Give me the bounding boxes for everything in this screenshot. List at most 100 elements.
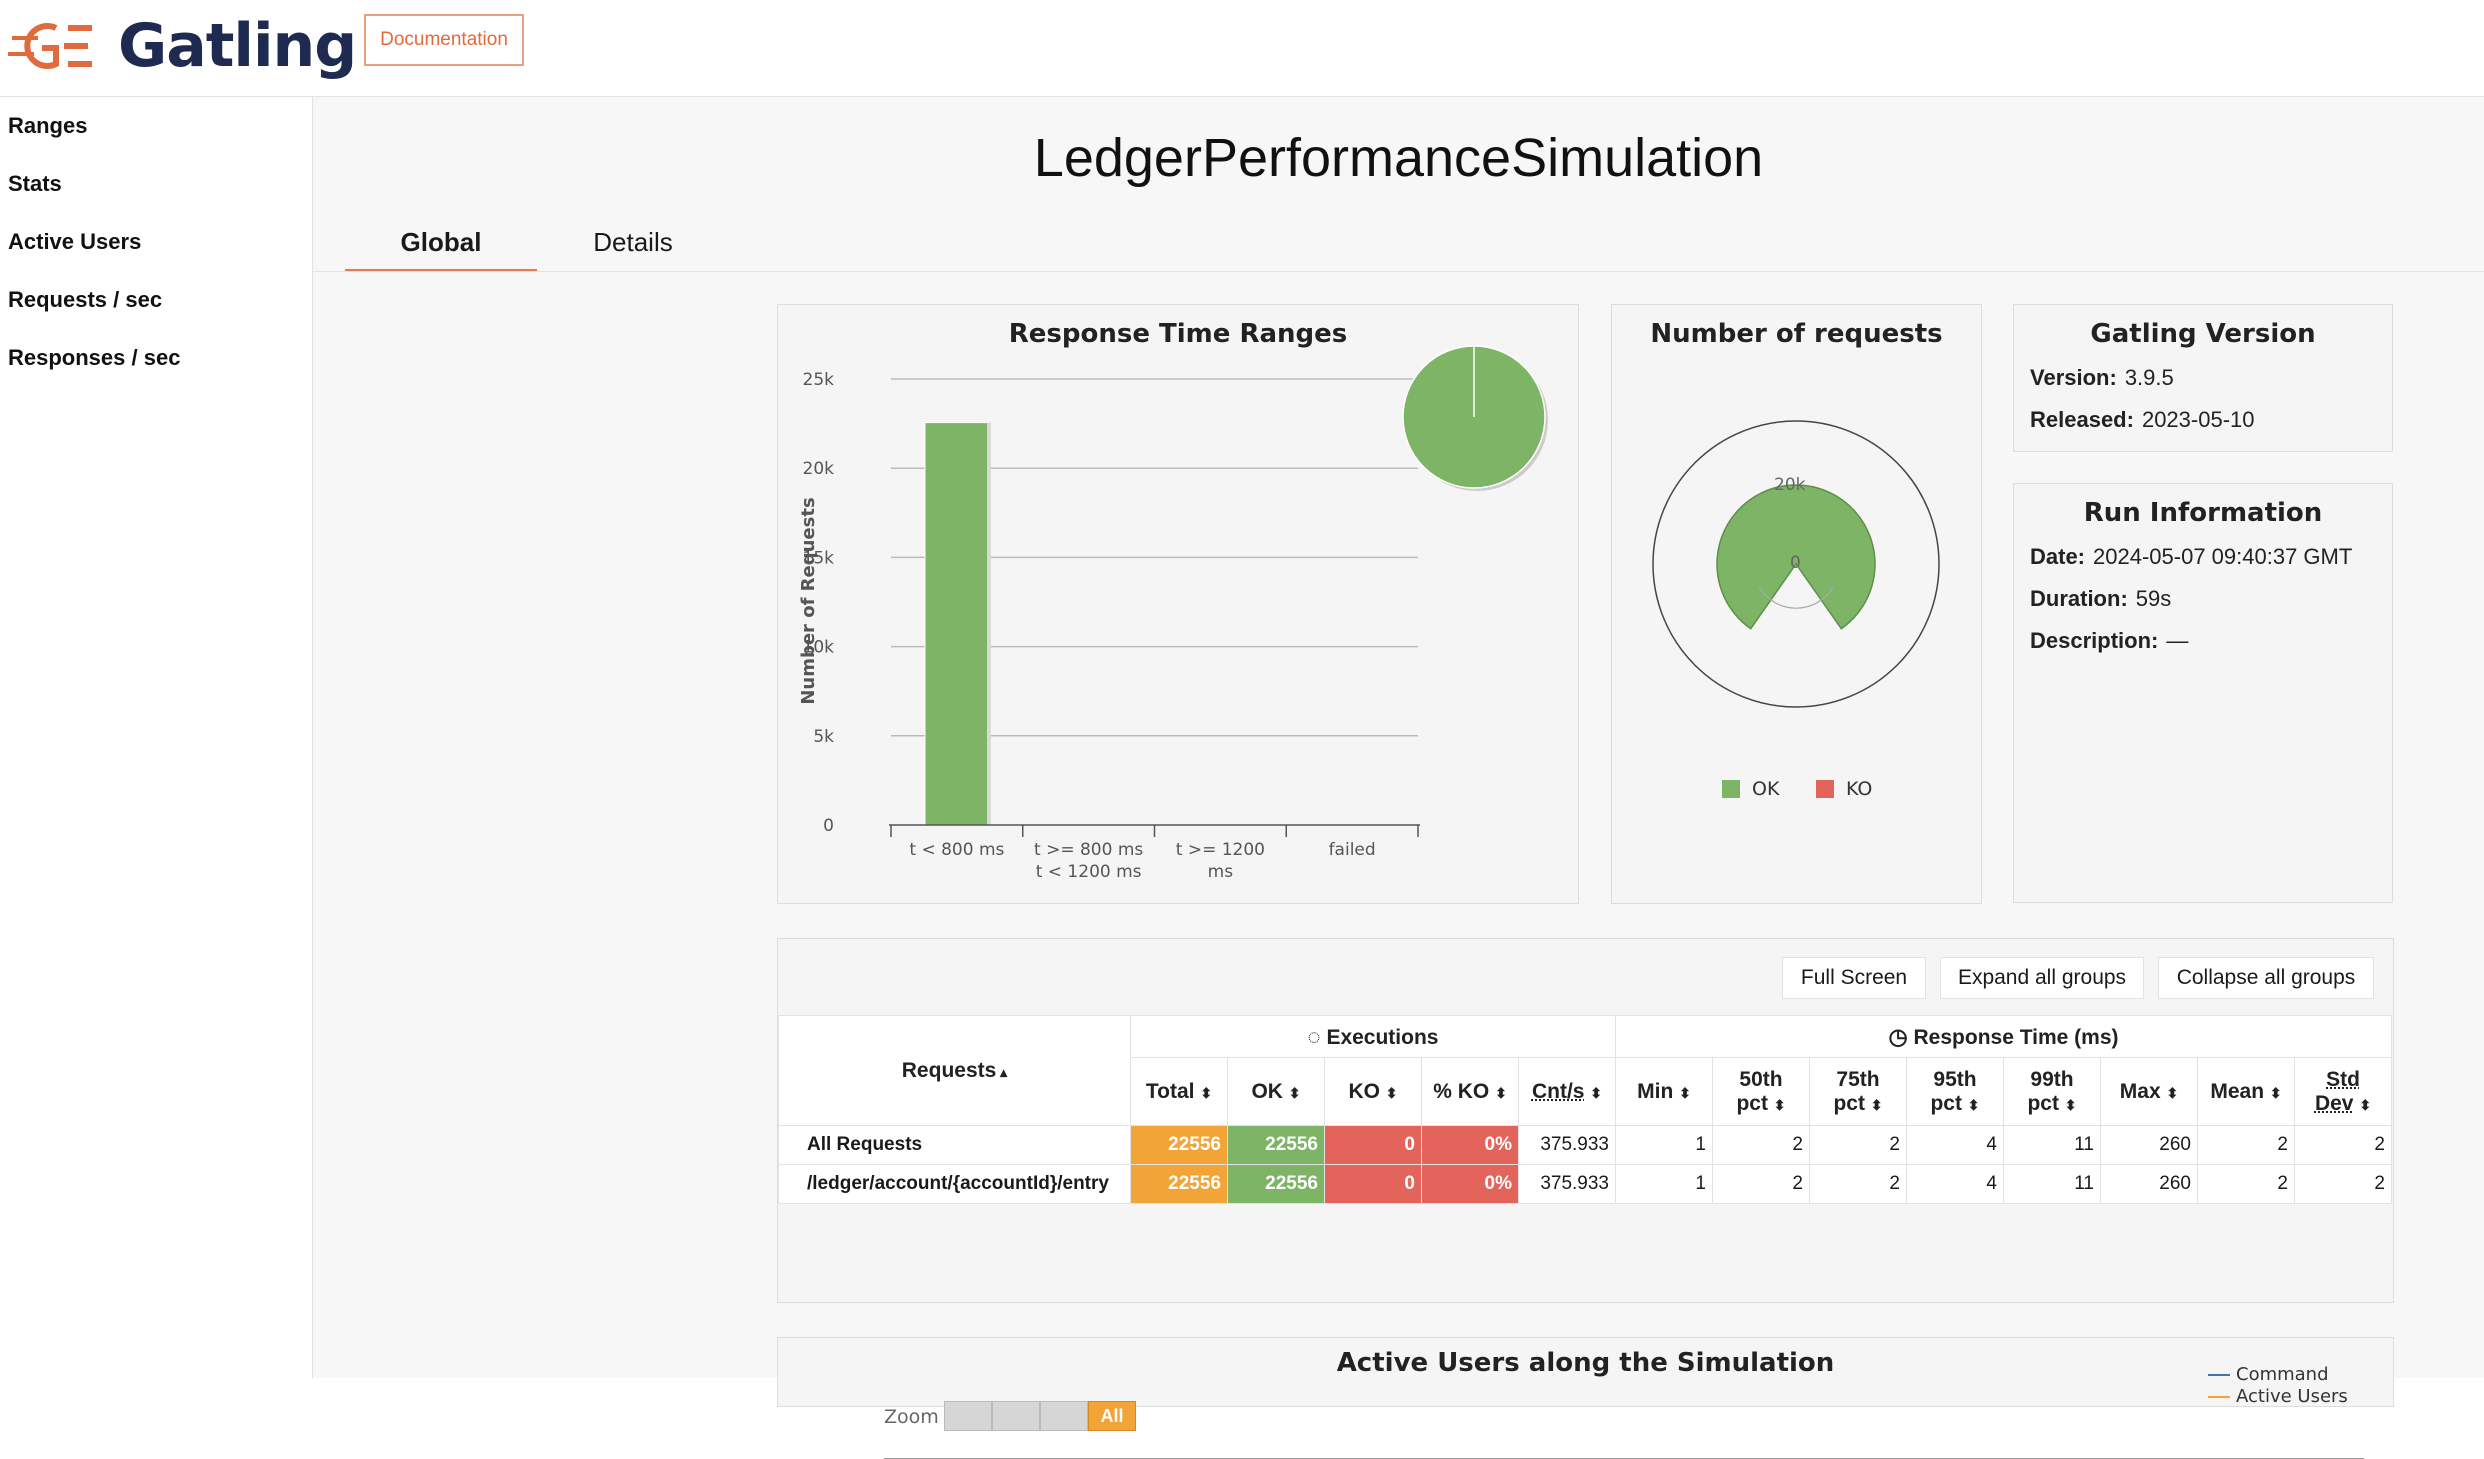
zoom-button[interactable] [1040, 1401, 1088, 1431]
bar[interactable] [924, 422, 990, 826]
cell-95th-pct: 4 [1906, 1125, 2004, 1165]
cell-min: 1 [1615, 1125, 1713, 1165]
executions-group-header: ◌ Executions [1130, 1015, 1616, 1058]
cell-max: 260 [2100, 1125, 2198, 1165]
run-information-title: Run Information [2083, 498, 2323, 528]
column-header-max[interactable]: Max ⬍ [2100, 1057, 2198, 1126]
legend-command-label: Command [2236, 1364, 2329, 1385]
run-description-value: — [2166, 628, 2189, 653]
gatling-logo-icon [8, 23, 92, 69]
column-header-min[interactable]: Min ⬍ [1615, 1057, 1713, 1126]
cell-total: 22556 [1130, 1125, 1228, 1165]
active-users-legend: Command Active Users [2208, 1364, 2348, 1408]
column-header-cnt-per-sec[interactable]: Cnt/s ⬍ [1518, 1057, 1616, 1126]
legend-ok-swatch [1722, 780, 1740, 798]
sidebar-item-responses-per-sec[interactable]: Responses / sec [0, 329, 312, 387]
full-screen-button[interactable]: Full Screen [1782, 957, 1926, 999]
legend-ok-label[interactable]: OK [1752, 778, 1780, 800]
run-date-value: 2024-05-07 09:40:37 GMT [2093, 544, 2353, 569]
gauge-tick-20k: 20k [1774, 475, 1806, 495]
y-tick-label: 5k [813, 727, 834, 747]
column-header-ko[interactable]: KO ⬍ [1324, 1057, 1422, 1126]
legend-active-users-label: Active Users [2236, 1386, 2348, 1407]
cell-std-dev: 2 [2294, 1125, 2392, 1165]
table-row[interactable]: All Requests 22556 22556 0 0% 375.933 1 … [778, 1125, 2392, 1165]
brand-name: Gatling [118, 11, 357, 81]
number-of-requests-panel: Number of requests 20k 0 OK KO [1611, 304, 1982, 904]
cell-mean: 2 [2197, 1125, 2295, 1165]
column-header-total[interactable]: Total ⬍ [1130, 1057, 1228, 1126]
sidebar-item-stats[interactable]: Stats [0, 155, 312, 213]
table-row[interactable]: /ledger/account/{accountId}/entry 22556 … [778, 1164, 2392, 1204]
legend-command[interactable]: Command [2208, 1364, 2348, 1386]
collapse-all-groups-button[interactable]: Collapse all groups [2158, 957, 2374, 999]
request-name[interactable]: All Requests [778, 1125, 1131, 1165]
version-label: Version: [2030, 365, 2117, 390]
table-group-header-row: Requests ▴ ◌ Executions ◷ Response Time … [778, 1015, 2392, 1126]
sidebar-item-requests-per-sec[interactable]: Requests / sec [0, 271, 312, 329]
run-date-row: Date: 2024-05-07 09:40:37 GMT [2030, 544, 2352, 570]
column-header-95th-pct[interactable]: 95th pct ⬍ [1906, 1057, 2004, 1126]
x-tick-label: t >= 1200 [1176, 840, 1265, 860]
legend-ko-label[interactable]: KO [1846, 778, 1872, 800]
sort-icon: ⬍ [1967, 1096, 1980, 1113]
sort-icon: ⬍ [2359, 1096, 2372, 1113]
column-header-std-dev[interactable]: Std Dev ⬍ [2294, 1057, 2392, 1126]
column-header-50th-pct[interactable]: 50th pct ⬍ [1712, 1057, 1810, 1126]
y-tick-label: 20k [803, 459, 835, 479]
response-time-group-label: Response Time (ms) [1913, 1025, 2119, 1049]
cell-95th-pct: 4 [1906, 1164, 2004, 1204]
column-header-mean[interactable]: Mean ⬍ [2197, 1057, 2295, 1126]
tab-divider [313, 271, 2484, 272]
requests-column-header[interactable]: Requests ▴ [778, 1015, 1131, 1126]
run-duration-value: 59s [2135, 586, 2172, 611]
zoom-button[interactable] [992, 1401, 1040, 1431]
y-tick-label: 25k [803, 370, 835, 390]
sort-icon: ⬍ [1495, 1084, 1507, 1101]
run-information-panel: Run Information Date: 2024-05-07 09:40:37… [2013, 483, 2393, 903]
column-header-75th-pct[interactable]: 75th pct ⬍ [1809, 1057, 1907, 1126]
bar-shadow [987, 422, 991, 825]
zoom-button[interactable] [944, 1401, 992, 1431]
legend-active-users[interactable]: Active Users [2208, 1386, 2348, 1408]
column-header-ok[interactable]: OK ⬍ [1227, 1057, 1325, 1126]
legend-active-users-swatch [2208, 1396, 2230, 1398]
sort-icon: ⬍ [1870, 1096, 1883, 1113]
cell-ok: 22556 [1227, 1125, 1325, 1165]
sort-icon: ⬍ [2064, 1096, 2077, 1113]
request-name[interactable]: /ledger/account/{accountId}/entry [778, 1164, 1131, 1204]
documentation-button[interactable]: Documentation [364, 14, 524, 66]
requests-header-label: Requests [901, 1058, 997, 1082]
active-users-title: Active Users along the Simulation [1336, 1348, 1835, 1378]
sidebar-item-active-users[interactable]: Active Users [0, 213, 312, 271]
gatling-logo[interactable]: Gatling [8, 11, 357, 81]
expand-all-groups-button[interactable]: Expand all groups [1940, 957, 2144, 999]
cell-99th-pct: 11 [2003, 1125, 2101, 1165]
legend-command-swatch [2208, 1374, 2230, 1376]
zoom-controls: All [944, 1401, 1136, 1431]
released-row: Released: 2023-05-10 [2030, 407, 2255, 433]
column-header-percent-ko[interactable]: % KO ⬍ [1421, 1057, 1519, 1126]
cell-99th-pct: 11 [2003, 1164, 2101, 1204]
clock-icon: ◷ [1888, 1023, 1908, 1049]
column-header-99th-pct[interactable]: 99th pct ⬍ [2003, 1057, 2101, 1126]
y-tick-label: 0 [823, 816, 834, 836]
cell-75th-pct: 2 [1809, 1125, 1907, 1165]
sidebar-item-ranges[interactable]: Ranges [0, 97, 312, 155]
statistics-table: Requests ▴ ◌ Executions ◷ Response Time … [778, 1015, 2392, 1204]
tab-global[interactable]: Global [345, 227, 537, 272]
active-users-panel: Active Users along the Simulation Zoom A… [777, 1337, 2394, 1459]
x-tick-label: failed [1329, 840, 1376, 860]
zoom-all-button[interactable]: All [1088, 1401, 1136, 1431]
tab-details[interactable]: Details [537, 227, 729, 269]
sort-icon: ⬍ [1385, 1084, 1398, 1101]
released-value: 2023-05-10 [2141, 407, 2255, 432]
x-tick-label: t >= 800 ms [1034, 840, 1143, 860]
cell-ko: 0 [1324, 1125, 1422, 1165]
cell-ok: 22556 [1227, 1164, 1325, 1204]
legend-ko-swatch [1816, 780, 1834, 798]
sort-icon: ⬍ [1200, 1084, 1213, 1101]
cell-percent-ko: 0% [1421, 1125, 1519, 1165]
sort-icon: ⬍ [2166, 1084, 2179, 1101]
cell-cnt-per-sec: 375.933 [1518, 1164, 1616, 1204]
